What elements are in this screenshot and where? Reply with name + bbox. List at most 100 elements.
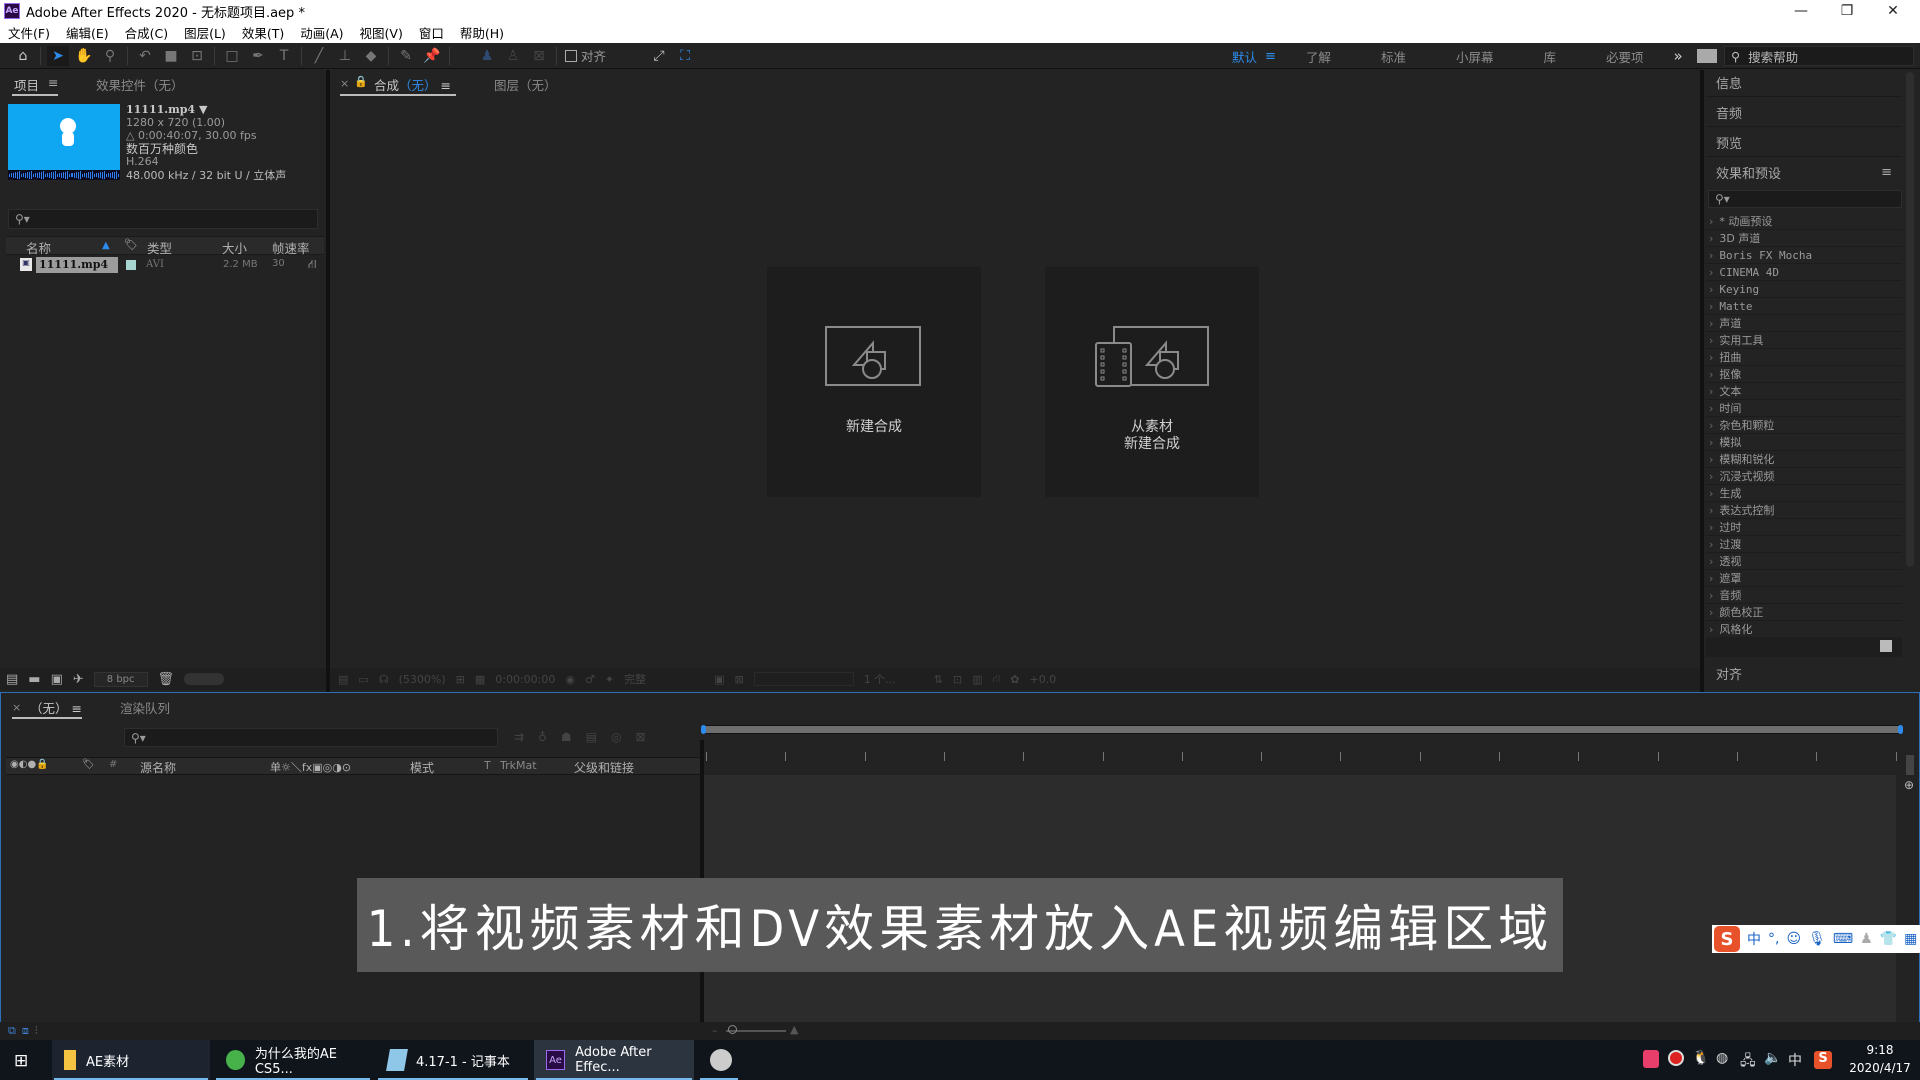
effects-category[interactable]: › 扭曲 [1706,349,1902,366]
timeline-search-input[interactable]: ⚲▾ [124,728,498,747]
panel-menu-icon[interactable]: ≡ [441,78,451,93]
new-composition-card[interactable]: 新建合成 [767,267,981,497]
chevron-right-icon[interactable]: › [1709,334,1713,347]
chevron-right-icon[interactable]: › [1709,521,1713,534]
chevron-right-icon[interactable]: › [1709,606,1713,619]
parent-link-column[interactable]: 父级和链接 [574,759,634,776]
project-row[interactable]: ▣ 11111.mp4 AVI 2.2 MB 30 ⛙ [6,257,324,273]
home-icon[interactable]: ⌂ [12,46,34,66]
ime-user-icon[interactable]: ♟ [1860,931,1873,947]
tab-effect-controls[interactable]: 效果控件（无） [96,75,184,94]
effects-category[interactable]: › CINEMA 4D [1706,264,1902,281]
rectangle-tool-icon[interactable]: □ [221,46,243,66]
taskbar-item-ae-folder[interactable]: AE素材 [52,1040,210,1080]
camera-dropdown[interactable] [753,672,854,686]
workspace-essentials[interactable]: 必要项 [1584,47,1666,66]
always-preview-icon[interactable]: ▤ [338,673,348,686]
timeline-zoom-thumb[interactable] [728,1025,737,1034]
minimize-button[interactable]: — [1778,0,1824,22]
effects-category[interactable]: › Matte [1706,298,1902,315]
tray-record-icon[interactable] [1668,1050,1684,1066]
new-folder-icon[interactable]: ▬ [28,672,40,687]
selection-tool-icon[interactable]: ➤ [47,45,69,66]
effects-category[interactable]: › 表达式控制 [1706,502,1902,519]
tab-composition[interactable]: 合成（无） ≡ [374,75,451,94]
flowchart-icon[interactable]: ⛙ [993,672,1001,687]
lock-icon[interactable]: 🔒 [354,75,368,88]
rotate-tool-icon[interactable]: ↶ [134,46,156,66]
work-area-bar[interactable] [701,725,1903,734]
resolution-dropdown[interactable]: 完整 [624,671,704,687]
mask-visibility-icon[interactable]: ☊ [379,673,389,686]
effects-category[interactable]: › 过渡 [1706,536,1902,553]
menu-effect[interactable]: 效果(T) [234,23,292,42]
effects-category[interactable]: › 沉浸式视频 [1706,468,1902,485]
workspace-overflow-button[interactable]: » [1674,47,1683,65]
zoom-tool-icon[interactable]: ⚲ [99,46,121,66]
restore-button[interactable]: ❐ [1824,0,1870,22]
workspace-libraries[interactable]: 库 [1515,47,1584,66]
workspace-default[interactable]: 默认 [1210,47,1265,66]
frame-blending-icon[interactable]: ▤ [586,730,597,744]
timeline-scrollbar[interactable] [1906,755,1914,775]
menu-animation[interactable]: 动画(A) [292,23,351,42]
right-panel-scrollbar[interactable] [1906,72,1914,567]
close-button[interactable]: ✕ [1870,0,1916,22]
workspace-learn[interactable]: 了解 [1284,47,1353,66]
timeline-icon[interactable]: ▥ [972,673,982,686]
ime-voice-icon[interactable]: 🎙 [1808,931,1826,947]
tray-video-app-icon[interactable] [1643,1050,1659,1068]
effects-category[interactable]: › 遮罩 [1706,570,1902,587]
chevron-right-icon[interactable]: › [1709,215,1713,228]
monitor-icon[interactable]: ▭ [358,673,368,686]
chevron-right-icon[interactable]: › [1709,266,1713,279]
chevron-right-icon[interactable]: › [1709,538,1713,551]
tray-volume-icon[interactable]: 🔈 [1764,1050,1781,1066]
effects-category[interactable]: › 3D 声道 [1706,230,1902,247]
workspace-small-screen[interactable]: 小屏幕 [1434,47,1516,66]
fast-preview-icon[interactable]: ⊡ [953,673,962,686]
column-framerate[interactable]: 帧速率 [272,238,310,257]
search-help-input[interactable]: ⚲ 搜索帮助 [1724,46,1914,66]
ime-emoji-icon[interactable]: ☺ [1786,931,1801,947]
transparency-grid-icon[interactable]: ⊠ [734,673,743,686]
time-ruler[interactable] [704,748,1900,764]
graph-editor-icon[interactable]: ⊠ [635,730,645,744]
hand-tool-icon[interactable]: ✋ [73,46,95,66]
effects-category[interactable]: › 过时 [1706,519,1902,536]
grid-icon[interactable]: ⊞ [456,673,465,686]
bpc-button[interactable]: 8 bpc [93,671,148,687]
interpret-footage-icon[interactable]: ▤ [6,672,18,687]
flowchart-icon[interactable]: ⛙ [308,257,316,273]
exposure-reset-icon[interactable]: ✿ [1010,673,1019,686]
chevron-right-icon[interactable]: › [1709,283,1713,296]
draft-3d-icon[interactable]: ♁ [538,730,547,744]
exposure-value[interactable]: +0.0 [1029,673,1056,686]
pen-tool-icon[interactable]: ✒ [247,46,269,66]
zoom-in-icon[interactable]: ▲ [790,1023,798,1036]
chevron-right-icon[interactable]: › [1709,555,1713,568]
menu-help[interactable]: 帮助(H) [452,23,512,42]
chevron-right-icon[interactable]: › [1709,317,1713,330]
layer-switches-toggle-icon[interactable]: ⧉ [8,1024,16,1038]
preview-panel-header[interactable]: 预览 [1706,128,1902,157]
effects-category[interactable]: › 颜色校正 [1706,604,1902,621]
label-color-swatch[interactable] [126,260,136,270]
chevron-right-icon[interactable]: › [1709,436,1713,449]
column-name[interactable]: 名称 [26,238,51,257]
effects-category[interactable]: › Keying [1706,281,1902,298]
sogou-ime-icon[interactable]: S [1714,926,1740,952]
align-panel-header[interactable]: 对齐 [1706,659,1902,688]
type-tool-icon[interactable]: T [273,46,295,66]
views-dropdown[interactable]: 1 个... [864,671,924,687]
show-snapshot-icon[interactable]: ♂ [585,673,595,686]
effects-category[interactable]: › 模拟 [1706,434,1902,451]
in-out-toggle-icon[interactable]: ⫶ [35,1024,38,1038]
magnification-dropdown[interactable]: (5300%) [399,673,446,686]
snapshot-icon[interactable]: ◉ [565,673,575,686]
effects-category[interactable]: › 生成 [1706,485,1902,502]
tab-project[interactable]: 项目 [14,75,39,94]
chevron-right-icon[interactable]: › [1709,300,1713,313]
tab-render-queue[interactable]: 渲染队列 [120,698,170,717]
chevron-right-icon[interactable]: › [1709,419,1713,432]
